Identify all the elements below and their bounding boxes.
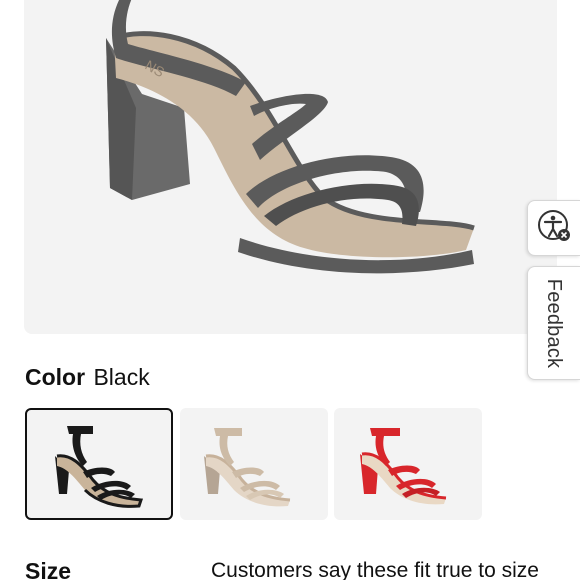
color-selection-label: Color Black <box>25 362 150 392</box>
size-label: Size <box>25 558 72 580</box>
color-label: Color <box>25 364 86 390</box>
color-value: Black <box>93 364 150 390</box>
color-swatch-red[interactable] <box>334 408 482 520</box>
accessibility-icon <box>537 209 571 248</box>
accessibility-button[interactable] <box>527 200 580 256</box>
feedback-label: Feedback <box>543 278 566 368</box>
product-main-image[interactable]: NS <box>24 0 557 334</box>
color-swatch-champagne[interactable] <box>180 408 328 520</box>
fit-info: Customers say these fit true to size <box>211 557 539 580</box>
fit-true-to-size-link[interactable]: fit true to size <box>414 559 539 580</box>
feedback-tab[interactable]: Feedback <box>527 266 580 380</box>
fit-prefix: Customers say these <box>211 559 409 580</box>
color-swatch-black[interactable] <box>25 408 173 520</box>
